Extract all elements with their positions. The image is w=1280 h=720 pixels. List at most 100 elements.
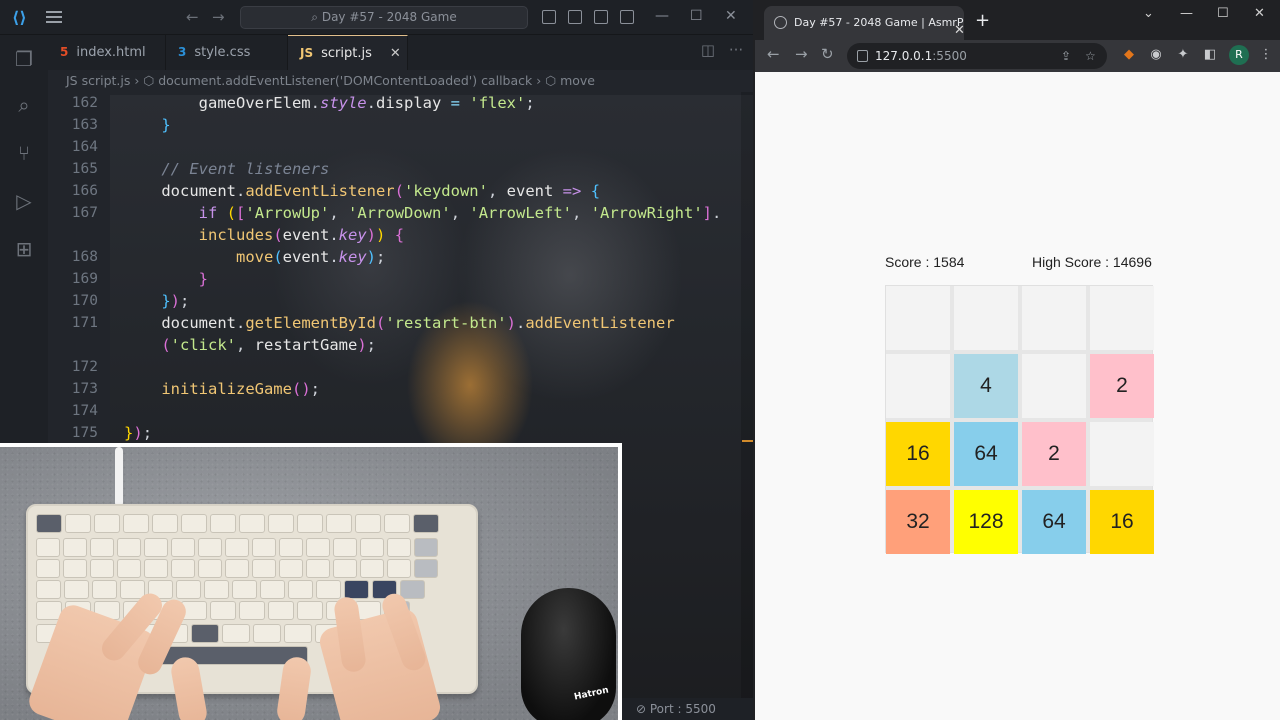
line-number: 175 — [71, 425, 98, 441]
search-text: Day #57 - 2048 Game — [321, 10, 457, 24]
tab-style-css[interactable]: 3 style.css — [166, 35, 288, 70]
metamask-extension-icon[interactable]: ◆ — [1121, 47, 1137, 63]
code-line[interactable]: 162 gameOverElem.style.display = 'flex'; — [48, 92, 738, 114]
customize-layout-icon[interactable] — [620, 10, 634, 24]
toggle-secondary-sidebar-icon[interactable] — [594, 10, 608, 24]
maximize-icon[interactable]: ☐ — [1217, 6, 1229, 21]
webcam-overlay: Hatron — [0, 443, 622, 720]
minimize-icon[interactable]: — — [655, 8, 669, 24]
bookmark-star-icon[interactable]: ☆ — [1085, 43, 1096, 69]
line-number: 163 — [71, 117, 98, 133]
keycap — [279, 538, 303, 557]
keycap — [333, 559, 357, 578]
keycap — [191, 624, 219, 643]
forward-icon[interactable]: → — [795, 45, 808, 63]
keycap — [253, 624, 281, 643]
vscode-titlebar: ⟨⟩ ← → ⌕ Day #57 - 2048 Game — ☐ ✕ — [0, 0, 753, 35]
code-line[interactable]: 166 document.addEventListener('keydown',… — [48, 180, 738, 202]
globe-icon — [774, 16, 787, 29]
menu-icon[interactable] — [46, 11, 62, 23]
overview-ruler[interactable] — [741, 92, 753, 720]
split-editor-icon[interactable]: ◫ — [696, 41, 720, 65]
code-line[interactable]: ('click', restartGame); — [48, 334, 738, 356]
status-port[interactable]: ⊘ Port : 5500 — [622, 698, 753, 720]
keycap — [198, 538, 222, 557]
address-bar[interactable]: 127.0.0.1:5500 ⇪ ☆ — [847, 43, 1107, 69]
toggle-panel-icon[interactable] — [568, 10, 582, 24]
breadcrumb[interactable]: JS script.js › ⬡ document.addEventListen… — [48, 70, 753, 92]
tile-16: 16 — [886, 422, 950, 486]
source-control-icon[interactable]: ⑂ — [12, 141, 36, 165]
line-number: 165 — [71, 161, 98, 177]
extensions-puzzle-icon[interactable]: ✦ — [1175, 47, 1191, 63]
code-line[interactable]: 167 if (['ArrowUp', 'ArrowDown', 'ArrowL… — [48, 202, 738, 224]
site-info-icon[interactable] — [857, 50, 868, 62]
code-line[interactable]: 174 — [48, 400, 738, 422]
forward-arrow-icon[interactable]: → — [212, 8, 225, 26]
code-line[interactable]: 163 } — [48, 114, 738, 136]
close-tab-icon[interactable]: ✕ — [954, 14, 964, 40]
extensions-icon[interactable]: ⊞ — [12, 237, 36, 261]
keycap — [152, 514, 178, 533]
browser-tab[interactable]: Day #57 - 2048 Game | AsmrPro ✕ — [764, 6, 964, 40]
tab-search-icon[interactable]: ⌄ — [1143, 6, 1154, 21]
code-text: includes(event.key)) { — [198, 226, 405, 244]
back-arrow-icon[interactable]: ← — [186, 8, 199, 26]
line-number: 167 — [71, 205, 98, 221]
screenshot-extension-icon[interactable]: ◉ — [1148, 47, 1164, 63]
keycap — [176, 580, 201, 599]
keycap — [387, 559, 411, 578]
tile-16: 16 — [1090, 490, 1154, 554]
close-window-icon[interactable]: ✕ — [725, 8, 737, 24]
line-number: 168 — [71, 249, 98, 265]
new-tab-icon[interactable]: + — [975, 10, 990, 31]
keycap — [36, 538, 60, 557]
tile-64: 64 — [954, 422, 1018, 486]
keycap — [316, 580, 341, 599]
profile-avatar[interactable]: R — [1229, 45, 1249, 65]
toggle-sidebar-icon[interactable] — [542, 10, 556, 24]
command-center-search[interactable]: ⌕ Day #57 - 2048 Game — [240, 6, 528, 29]
keycap — [306, 538, 330, 557]
tab-script-js[interactable]: JS script.js ✕ — [288, 35, 408, 70]
explorer-icon[interactable]: ❐ — [12, 47, 36, 71]
code-line[interactable]: 168 move(event.key); — [48, 246, 738, 268]
keycap — [36, 559, 60, 578]
keycap — [297, 514, 323, 533]
code-line[interactable]: 173 initializeGame(); — [48, 378, 738, 400]
keycap — [326, 514, 352, 533]
keycap — [232, 580, 257, 599]
tab-index-html[interactable]: 5 index.html — [48, 35, 166, 70]
run-debug-icon[interactable]: ▷ — [12, 189, 36, 213]
keycap — [414, 538, 438, 557]
code-line[interactable]: 171 document.getElementById('restart-btn… — [48, 312, 738, 334]
search-icon[interactable]: ⌕ — [12, 93, 36, 117]
game-page: Score : 1584 High Score : 14696 4 2 16 64 2 3… — [755, 72, 1280, 720]
more-actions-icon[interactable]: ··· — [724, 41, 748, 65]
keycap — [94, 514, 120, 533]
back-icon[interactable]: ← — [767, 45, 780, 63]
code-line[interactable]: 165 // Event listeners — [48, 158, 738, 180]
code-line[interactable]: 172 — [48, 356, 738, 378]
code-line[interactable]: 175}); — [48, 422, 738, 444]
vscode-logo-icon: ⟨⟩ — [12, 8, 27, 27]
share-icon[interactable]: ⇪ — [1061, 43, 1071, 69]
close-tab-icon[interactable]: ✕ — [390, 46, 401, 61]
code-text: document.getElementById('restart-btn').a… — [161, 314, 675, 332]
tab-label: style.css — [194, 45, 251, 60]
tile-64: 64 — [1022, 490, 1086, 554]
maximize-icon[interactable]: ☐ — [690, 8, 703, 24]
game-board: 4 2 16 64 2 32 128 64 16 — [885, 285, 1154, 554]
code-line[interactable]: 170 }); — [48, 290, 738, 312]
minimize-icon[interactable]: — — [1180, 6, 1193, 21]
keycap — [36, 580, 61, 599]
chrome-menu-icon[interactable]: ⋮ — [1258, 47, 1274, 63]
keycap — [144, 559, 168, 578]
close-window-icon[interactable]: ✕ — [1254, 6, 1265, 21]
reload-icon[interactable]: ↻ — [821, 45, 834, 63]
computer-mouse — [521, 588, 616, 720]
code-line[interactable]: 164 — [48, 136, 738, 158]
code-line[interactable]: includes(event.key)) { — [48, 224, 738, 246]
side-panel-icon[interactable]: ◧ — [1202, 47, 1218, 63]
code-line[interactable]: 169 } — [48, 268, 738, 290]
